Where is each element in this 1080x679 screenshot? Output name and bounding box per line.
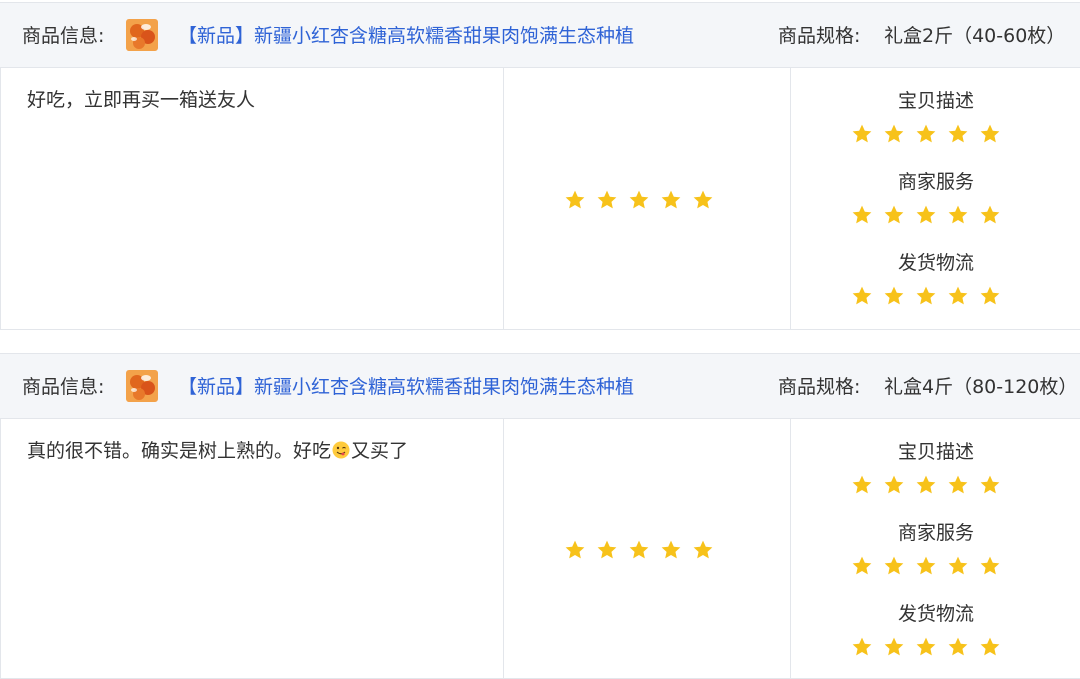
- review-body: 好吃，立即再买一箱送友人 宝贝描述 商家服务 发货物流: [0, 68, 1080, 330]
- star-icon: [628, 189, 650, 211]
- star-icon: [915, 474, 937, 496]
- star-icon: [883, 636, 905, 658]
- star-icon: [947, 204, 969, 226]
- star-icon: [979, 555, 1001, 577]
- comment-text-part: 真的很不错。确实是树上熟的。好吃: [27, 440, 332, 462]
- comment-column: 好吃，立即再买一箱送友人: [0, 68, 504, 329]
- star-icon: [660, 539, 682, 561]
- comment-text-part: 又买了: [351, 440, 409, 462]
- star-icon: [979, 474, 1001, 496]
- star-icon: [915, 636, 937, 658]
- star-icon: [883, 555, 905, 577]
- star-icon: [947, 636, 969, 658]
- star-icon: [883, 474, 905, 496]
- product-info-label: 商品信息:: [22, 25, 105, 47]
- star-icon: [883, 285, 905, 307]
- overall-rating-stars: [564, 189, 724, 213]
- star-icon: [883, 204, 905, 226]
- dsr-stars-service: [851, 204, 1011, 228]
- comment-column: 真的很不错。确实是树上熟的。好吃 又买了: [0, 419, 504, 678]
- overall-rating-stars: [564, 539, 724, 563]
- star-icon: [979, 123, 1001, 145]
- star-icon: [596, 189, 618, 211]
- dsr-label-logistics: 发货物流: [897, 252, 974, 274]
- star-icon: [915, 204, 937, 226]
- star-icon: [915, 123, 937, 145]
- star-icon: [979, 204, 1001, 226]
- overall-rating-column: [504, 68, 791, 329]
- product-title-link[interactable]: 【新品】新疆小红杏含糖高软糯香甜果肉饱满生态种植: [178, 22, 634, 50]
- dsr-stars-service: [851, 555, 1011, 579]
- star-icon: [596, 539, 618, 561]
- dsr-label-service: 商家服务: [897, 171, 974, 193]
- product-thumbnail-icon[interactable]: [126, 19, 158, 51]
- star-icon: [692, 539, 714, 561]
- star-icon: [979, 285, 1001, 307]
- product-thumbnail-icon[interactable]: [126, 370, 158, 402]
- star-icon: [883, 123, 905, 145]
- star-icon: [947, 123, 969, 145]
- review-comment: 好吃，立即再买一箱送友人: [27, 89, 256, 111]
- star-icon: [851, 636, 873, 658]
- dsr-label-description: 宝贝描述: [897, 441, 974, 463]
- spec-label: 商品规格:: [778, 376, 861, 398]
- star-icon: [979, 636, 1001, 658]
- spec-value: 礼盒2斤（40-60枚）: [884, 25, 1066, 47]
- star-icon: [947, 285, 969, 307]
- star-icon: [915, 555, 937, 577]
- star-icon: [915, 285, 937, 307]
- dsr-column: 宝贝描述 商家服务 发货物流: [791, 68, 1080, 329]
- overall-rating-column: [504, 419, 791, 678]
- spec-value: 礼盒4斤（80-120枚）: [884, 376, 1078, 398]
- review-comment: 真的很不错。确实是树上熟的。好吃 又买了: [27, 437, 408, 465]
- star-icon: [564, 539, 586, 561]
- star-icon: [692, 189, 714, 211]
- review-body: 真的很不错。确实是树上熟的。好吃 又买了 宝贝描述 商家服务 发货物流: [0, 419, 1080, 679]
- star-icon: [851, 555, 873, 577]
- product-title-link[interactable]: 【新品】新疆小红杏含糖高软糯香甜果肉饱满生态种植: [178, 373, 634, 401]
- star-icon: [947, 555, 969, 577]
- star-icon: [628, 539, 650, 561]
- star-icon: [851, 474, 873, 496]
- product-info-label: 商品信息:: [22, 376, 105, 398]
- star-icon: [851, 204, 873, 226]
- spec-label: 商品规格:: [778, 25, 861, 47]
- dsr-label-logistics: 发货物流: [897, 603, 974, 625]
- star-icon: [947, 474, 969, 496]
- dsr-stars-logistics: [851, 285, 1011, 309]
- yum-face-emoji-icon: [332, 439, 350, 459]
- dsr-stars-description: [851, 123, 1011, 147]
- star-icon: [851, 285, 873, 307]
- star-icon: [660, 189, 682, 211]
- dsr-label-service: 商家服务: [897, 522, 974, 544]
- star-icon: [564, 189, 586, 211]
- dsr-label-description: 宝贝描述: [897, 90, 974, 112]
- dsr-stars-logistics: [851, 636, 1011, 660]
- dsr-stars-description: [851, 474, 1011, 498]
- star-icon: [851, 123, 873, 145]
- review-header: 商品信息: 【新品】新疆小红杏含糖高软糯香甜果肉饱满生态种植 商品规格: 礼盒4…: [0, 353, 1080, 419]
- review-header: 商品信息: 【新品】新疆小红杏含糖高软糯香甜果肉饱满生态种植 商品规格: 礼盒2…: [0, 2, 1080, 68]
- dsr-column: 宝贝描述 商家服务 发货物流: [791, 419, 1080, 678]
